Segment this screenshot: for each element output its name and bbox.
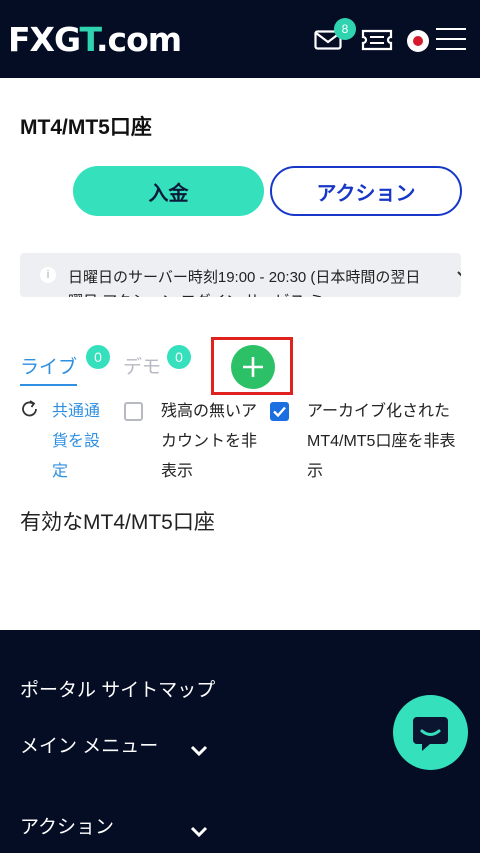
hamburger-menu-icon[interactable] [436, 27, 466, 51]
ticket-icon[interactable] [361, 29, 393, 51]
logo-main: FXG [8, 20, 80, 59]
tab-live[interactable]: ライブ [20, 355, 78, 386]
hide-archived-accounts-label: アーカイブ化されたMT4/MT5口座を非表示 [307, 403, 456, 480]
set-common-currency-link[interactable]: 共通通貨を設定 [52, 397, 112, 487]
action-button[interactable]: アクション [270, 166, 462, 216]
chevron-down-icon[interactable] [456, 269, 461, 281]
footer-main-menu[interactable]: メイン メニュー [20, 734, 158, 760]
chevron-down-icon[interactable] [189, 825, 209, 839]
footer-action-menu[interactable]: アクション [20, 815, 114, 841]
hide-empty-accounts-checkbox[interactable] [124, 402, 143, 421]
top-header: FXGT.com 8 [0, 0, 480, 78]
demo-count-badge: 0 [167, 345, 191, 369]
hide-archived-accounts-checkbox[interactable] [270, 402, 289, 421]
logo-accent: T [79, 20, 97, 59]
chevron-down-icon[interactable] [189, 744, 209, 758]
live-count-badge: 0 [86, 345, 110, 369]
plus-icon [243, 357, 263, 377]
footer: ポータル サイトマップ メイン メニュー アクション [0, 630, 480, 853]
server-time-notice[interactable]: i 日曜日のサーバー時刻19:00 - 20:30 (日本時間の翌日曜日 アクシ… [20, 253, 461, 297]
japan-flag-icon[interactable] [407, 30, 429, 52]
check-icon [273, 406, 286, 418]
add-account-button[interactable] [231, 345, 275, 389]
footer-sitemap-title: ポータル サイトマップ [20, 680, 216, 701]
chat-button[interactable] [393, 695, 468, 770]
page-title: MT4/MT5口座 [20, 116, 152, 139]
logo-suffix: .com [96, 20, 182, 59]
hide-empty-accounts-label: 残高の無いアカウントを非表示 [161, 403, 258, 480]
refresh-icon[interactable] [20, 399, 40, 419]
deposit-button[interactable]: 入金 [73, 166, 264, 216]
notice-text: 日曜日のサーバー時刻19:00 - 20:30 (日本時間の翌日曜日 アクション… [68, 269, 421, 297]
tab-demo[interactable]: デモ [123, 355, 161, 381]
active-accounts-heading: 有効なMT4/MT5口座 [20, 511, 215, 534]
chat-icon [413, 717, 448, 751]
info-icon: i [40, 267, 56, 283]
fxgt-logo[interactable]: FXGT.com [8, 20, 182, 60]
mail-count-badge: 8 [334, 18, 356, 40]
